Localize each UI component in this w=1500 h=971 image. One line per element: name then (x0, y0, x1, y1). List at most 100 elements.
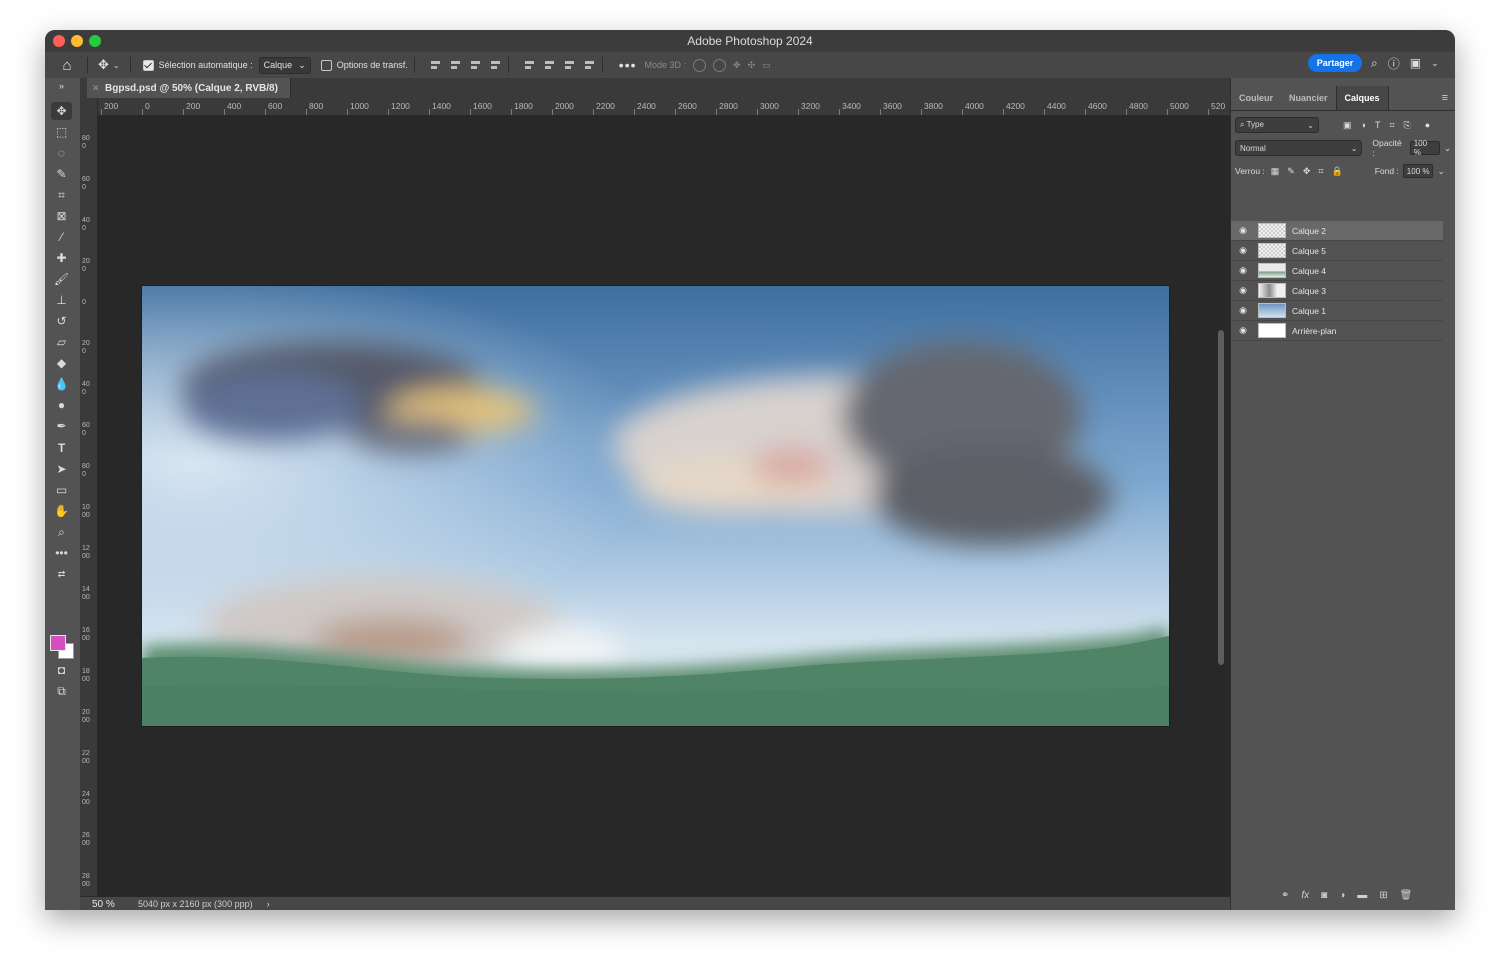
zoom-tool-icon[interactable]: ⌕ (51, 523, 72, 541)
screen-mode-icon[interactable]: ⧉ (51, 682, 72, 700)
move-tool-icon[interactable]: ✥ (51, 102, 72, 120)
filter-toggle-icon[interactable]: ● (1425, 120, 1430, 130)
search-icon[interactable]: ⌕ (1371, 56, 1378, 71)
tab-nuancier[interactable]: Nuancier (1281, 86, 1336, 110)
visibility-eye-icon[interactable]: ◉ (1231, 265, 1255, 276)
delete-layer-icon[interactable]: 🗑 (1400, 890, 1413, 901)
transform-options-checkbox[interactable] (320, 59, 332, 71)
paint-bucket-tool-icon[interactable]: ◆ (51, 354, 72, 372)
blur-tool-icon[interactable]: 💧 (51, 375, 72, 393)
distribute-horizontal-icon[interactable] (489, 59, 502, 72)
foreground-color-swatch[interactable] (50, 635, 66, 651)
visibility-eye-icon[interactable]: ◉ (1231, 285, 1255, 296)
lock-artboard-icon[interactable]: ⌗ (1318, 166, 1323, 177)
distribute-vertical-icon[interactable] (583, 59, 596, 72)
layer-row[interactable]: ◉ Calque 2 (1231, 221, 1443, 241)
align-horizontal-center-icon[interactable] (449, 59, 462, 72)
vertical-ruler[interactable]: 800 600 400 200 0 200 400 600 800 1000 1200 1400 160… (80, 98, 98, 896)
layer-row[interactable]: ◉ Arrière-plan (1231, 321, 1443, 341)
more-options-button[interactable]: ••• (619, 57, 637, 73)
tab-calques[interactable]: Calques (1335, 86, 1389, 110)
blend-mode-dropdown[interactable]: Normal ⌄ (1235, 140, 1363, 156)
rectangle-tool-icon[interactable]: ▭ (51, 481, 72, 499)
workspace-icon[interactable]: ▣ (1410, 56, 1421, 70)
zoom-level[interactable]: 50 % (80, 899, 128, 910)
home-icon[interactable]: ⌂ (53, 52, 81, 78)
lasso-tool-icon[interactable]: ◌ (51, 144, 72, 162)
shape-filter-icon[interactable]: ⌗ (1389, 120, 1394, 131)
layer-filter-dropdown[interactable]: ⌕ Type ⌄ (1235, 117, 1319, 133)
healing-brush-tool-icon[interactable]: ✚ (51, 249, 72, 267)
align-left-icon[interactable] (429, 59, 442, 72)
layer-style-icon[interactable]: fx (1301, 890, 1309, 901)
chevron-down-icon[interactable]: ⌄ (1431, 58, 1439, 69)
document-canvas[interactable] (142, 286, 1169, 726)
fill-input[interactable]: 100 % (1402, 164, 1434, 178)
link-layers-icon[interactable]: ⚭ (1281, 890, 1289, 901)
hand-tool-icon[interactable]: ✋ (51, 502, 72, 520)
visibility-eye-icon[interactable]: ◉ (1231, 225, 1255, 236)
roll-3d-icon[interactable] (713, 58, 727, 72)
visibility-eye-icon[interactable]: ◉ (1231, 325, 1255, 336)
pixel-filter-icon[interactable]: ▣ (1343, 120, 1352, 131)
pan-3d-icon[interactable]: ✥ (733, 60, 741, 71)
new-layer-icon[interactable]: ⊞ (1379, 890, 1387, 901)
swap-colors-icon[interactable]: ⇄ (51, 565, 72, 583)
tool-preset-picker[interactable]: ✥ ⌄ (94, 57, 124, 73)
type-tool-icon[interactable]: T (51, 439, 72, 457)
eraser-tool-icon[interactable]: ▱ (51, 333, 72, 351)
adjustment-filter-icon[interactable]: ◑ (1361, 120, 1366, 131)
layer-row[interactable]: ◉ Calque 1 (1231, 301, 1443, 321)
new-group-icon[interactable]: ▬ (1357, 890, 1367, 901)
history-brush-tool-icon[interactable]: ↺ (51, 312, 72, 330)
help-icon[interactable]: ⓘ (1388, 55, 1400, 72)
auto-select-checkbox[interactable] (142, 59, 154, 71)
chevron-down-icon[interactable]: ⌄ (1437, 166, 1444, 177)
frame-tool-icon[interactable]: ⊠ (51, 207, 72, 225)
add-mask-icon[interactable]: ◙ (1321, 890, 1327, 901)
document-info[interactable]: 5040 px x 2160 px (300 ppp) (128, 899, 253, 909)
auto-select-toggle[interactable]: Sélection automatique : (142, 59, 253, 71)
lock-all-icon[interactable]: 🔒 (1331, 166, 1342, 177)
crop-tool-icon[interactable]: ⌗ (51, 186, 72, 204)
lock-transparency-icon[interactable]: ▦ (1271, 166, 1280, 177)
panel-menu-icon[interactable]: ≡ (1442, 92, 1448, 104)
layer-row[interactable]: ◉ Calque 3 (1231, 281, 1443, 301)
slide-3d-icon[interactable]: ✣ (748, 60, 756, 71)
align-bottom-icon[interactable] (563, 59, 576, 72)
auto-select-target-dropdown[interactable]: Calque ⌄ (258, 56, 311, 74)
adjustment-layer-icon[interactable]: ◑ (1339, 890, 1345, 901)
layer-row[interactable]: ◉ Calque 4 (1231, 261, 1443, 281)
align-top-icon[interactable] (523, 59, 536, 72)
vertical-scrollbar[interactable] (1218, 330, 1224, 665)
tab-couleur[interactable]: Couleur (1231, 86, 1281, 110)
align-vertical-center-icon[interactable] (543, 59, 556, 72)
edit-toolbar-icon[interactable]: ••• (51, 544, 72, 562)
pen-tool-icon[interactable]: ✒ (51, 417, 72, 435)
path-selection-tool-icon[interactable]: ➤ (51, 460, 72, 478)
marquee-tool-icon[interactable]: ⬚ (51, 123, 72, 141)
visibility-eye-icon[interactable]: ◉ (1231, 305, 1255, 316)
smart-object-filter-icon[interactable]: ⎘ (1404, 120, 1411, 131)
quick-selection-tool-icon[interactable]: ✎ (51, 165, 72, 183)
visibility-eye-icon[interactable]: ◉ (1231, 245, 1255, 256)
lock-image-icon[interactable]: ✎ (1287, 166, 1295, 177)
chevron-right-icon[interactable]: › (267, 899, 270, 909)
dodge-tool-icon[interactable]: ● (51, 396, 72, 414)
chevron-down-icon[interactable]: ⌄ (1444, 143, 1451, 154)
lock-position-icon[interactable]: ✥ (1303, 166, 1311, 177)
eyedropper-tool-icon[interactable]: ⁄ (51, 228, 72, 246)
transform-options-toggle[interactable]: Options de transf. (320, 59, 408, 71)
close-tab-icon[interactable]: ✕ (92, 83, 100, 94)
brush-tool-icon[interactable]: 🖌 (51, 270, 72, 288)
share-button[interactable]: Partager (1308, 54, 1362, 72)
quick-mask-icon[interactable]: ◘ (51, 661, 72, 679)
clone-stamp-tool-icon[interactable]: ⊥ (51, 291, 72, 309)
opacity-input[interactable]: 100 % (1409, 139, 1440, 157)
document-tab[interactable]: ✕ Bgpsd.psd @ 50% (Calque 2, RVB/8) (87, 78, 291, 98)
layer-row[interactable]: ◉ Calque 5 (1231, 241, 1443, 261)
orbit-3d-icon[interactable] (693, 58, 707, 72)
expand-panel-icon[interactable]: » (51, 77, 72, 95)
horizontal-ruler[interactable]: 200 0 200 400 600 800 1000 1200 1400 1600 1800 2000… (98, 98, 1230, 116)
align-right-icon[interactable] (469, 59, 482, 72)
